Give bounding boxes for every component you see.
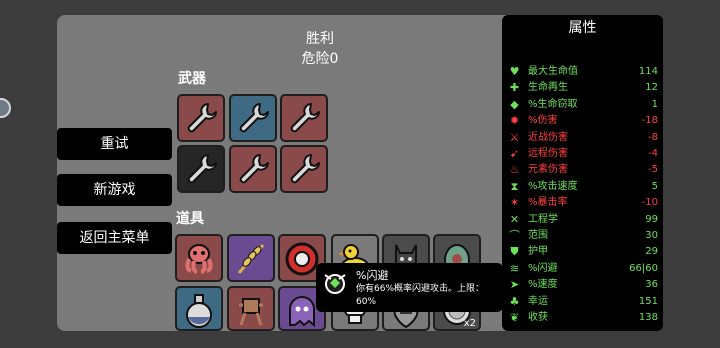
stat-value: 1 <box>651 98 658 110</box>
stat-label: 工程学 <box>528 213 558 225</box>
stat-label: %速度 <box>528 279 558 291</box>
item-slot[interactable] <box>175 286 223 331</box>
wrench-icon <box>187 154 217 184</box>
items-title: 道具 <box>176 211 204 227</box>
wrench-icon <box>239 103 269 133</box>
octopus-icon <box>185 244 213 274</box>
stat-value: -4 <box>648 148 658 159</box>
stat-label: %生命窃取 <box>528 98 578 110</box>
stat-value: 138 <box>638 312 658 323</box>
weapon-slot-wrench[interactable] <box>280 94 328 142</box>
weapon-slot-wrench[interactable] <box>280 145 328 193</box>
stat-label: 生命再生 <box>528 82 568 94</box>
stat-value: -10 <box>641 197 658 209</box>
melee-icon: ⚔ <box>509 130 520 144</box>
stat-value: 5 <box>651 180 658 192</box>
wrench-icon <box>187 103 217 133</box>
retry-button[interactable]: 重试 <box>57 128 172 160</box>
crit-icon: ✶ <box>509 196 520 210</box>
stat-label: %暴击率 <box>528 197 568 209</box>
stat-row[interactable]: ➤ %速度 36 <box>508 277 658 293</box>
stat-value: 36 <box>645 279 658 291</box>
main-menu-button[interactable]: 返回主菜单 <box>57 222 172 254</box>
weapon-slot-wrench[interactable] <box>177 145 225 193</box>
potion-icon <box>186 294 212 328</box>
stat-row[interactable]: ✶ %暴击率 -10 <box>508 195 658 211</box>
item-slot[interactable] <box>175 234 223 282</box>
stat-row[interactable]: ❦ 收获 138 <box>508 310 658 326</box>
stats-panel: 属性 ♥ 最大生命值 114 ✚ 生命再生 12 ◆ %生命窃取 1 ✹ %伤害 -18 ⚔ 近战伤害 -8… <box>502 15 663 331</box>
stat-row[interactable]: ✕ 工程学 99 <box>508 212 658 228</box>
weapon-slot-wrench[interactable] <box>229 94 277 142</box>
wrench-icon <box>239 154 269 184</box>
stat-label: 收获 <box>528 312 548 323</box>
tooltip: %闪避 你有66%概率闪避攻击。上限：60% <box>316 263 503 312</box>
dodge-icon <box>324 274 346 294</box>
stat-value: -8 <box>648 131 658 143</box>
stat-label: 护甲 <box>528 246 548 258</box>
wrench-icon <box>290 154 320 184</box>
new-game-button[interactable]: 新游戏 <box>57 174 172 206</box>
elemental-icon: ♨ <box>509 163 520 177</box>
tooltip-title: %闪避 <box>356 269 389 282</box>
stat-row[interactable]: ➹ 远程伤害 -4 <box>508 146 658 162</box>
stat-label: 幸运 <box>528 295 548 307</box>
stat-value: 99 <box>645 213 658 225</box>
stat-value: 66|60 <box>629 262 658 274</box>
range-icon: ⌒ <box>509 229 520 242</box>
stat-label: 最大生命值 <box>528 66 578 77</box>
attack-speed-icon: ⧗ <box>510 179 519 193</box>
stat-value: 30 <box>645 230 658 241</box>
stat-value: -18 <box>641 115 658 127</box>
stat-row[interactable]: ≋ %闪避 66|60 <box>508 261 658 277</box>
stat-value: 12 <box>645 82 658 94</box>
armor-icon: ⛊ <box>510 245 519 259</box>
ranged-icon: ➹ <box>509 147 520 160</box>
item-count: x2 <box>463 318 476 329</box>
stat-label: 范围 <box>528 230 548 241</box>
heart-icon: ♥ <box>509 65 520 78</box>
stat-value: 29 <box>645 246 658 258</box>
weapon-slot-wrench[interactable] <box>229 145 277 193</box>
damage-icon: ✹ <box>509 114 520 128</box>
harvest-icon: ❦ <box>509 311 520 324</box>
weapons-title: 武器 <box>178 71 206 87</box>
engineering-icon: ✕ <box>509 212 520 226</box>
stat-value: 114 <box>638 66 658 77</box>
stat-row[interactable]: ✚ 生命再生 12 <box>508 80 658 96</box>
stat-label: %攻击速度 <box>528 180 578 192</box>
stat-label: 近战伤害 <box>528 131 568 143</box>
stat-row[interactable]: ✹ %伤害 -18 <box>508 113 658 129</box>
stats-title: 属性 <box>568 20 597 36</box>
stat-label: 元素伤害 <box>528 164 568 176</box>
stat-row[interactable]: ⌒ 范围 30 <box>508 228 658 244</box>
stat-row[interactable]: ⛊ 护甲 29 <box>508 244 658 260</box>
dodge-icon: ≋ <box>509 261 520 275</box>
stat-row[interactable]: ◆ %生命窃取 1 <box>508 97 658 113</box>
item-slot[interactable] <box>227 234 275 282</box>
wrench-icon <box>290 103 320 133</box>
regen-icon: ✚ <box>509 81 520 95</box>
stat-value: -5 <box>648 164 658 176</box>
luck-icon: ♣ <box>509 294 520 308</box>
stat-row[interactable]: ⚔ 近战伤害 -8 <box>508 130 658 146</box>
wheat-icon <box>237 244 265 274</box>
robot-icon <box>239 298 263 326</box>
stat-row[interactable]: ♨ 元素伤害 -5 <box>508 162 658 178</box>
speed-icon: ➤ <box>509 278 520 292</box>
tooltip-description: 你有66%概率闪避攻击。上限：60% <box>356 284 485 307</box>
weapon-slot-wrench[interactable] <box>177 94 225 142</box>
stat-label: %伤害 <box>528 115 558 127</box>
stat-label: 远程伤害 <box>528 148 568 159</box>
stat-value: 151 <box>638 295 658 307</box>
stat-row[interactable]: ♥ 最大生命值 114 <box>508 64 658 80</box>
stat-label: %闪避 <box>528 262 558 274</box>
stat-row[interactable]: ⧗ %攻击速度 5 <box>508 179 658 195</box>
stat-row[interactable]: ♣ 幸运 151 <box>508 294 658 310</box>
lifesteal-icon: ◆ <box>510 97 519 111</box>
item-slot[interactable] <box>227 286 275 331</box>
